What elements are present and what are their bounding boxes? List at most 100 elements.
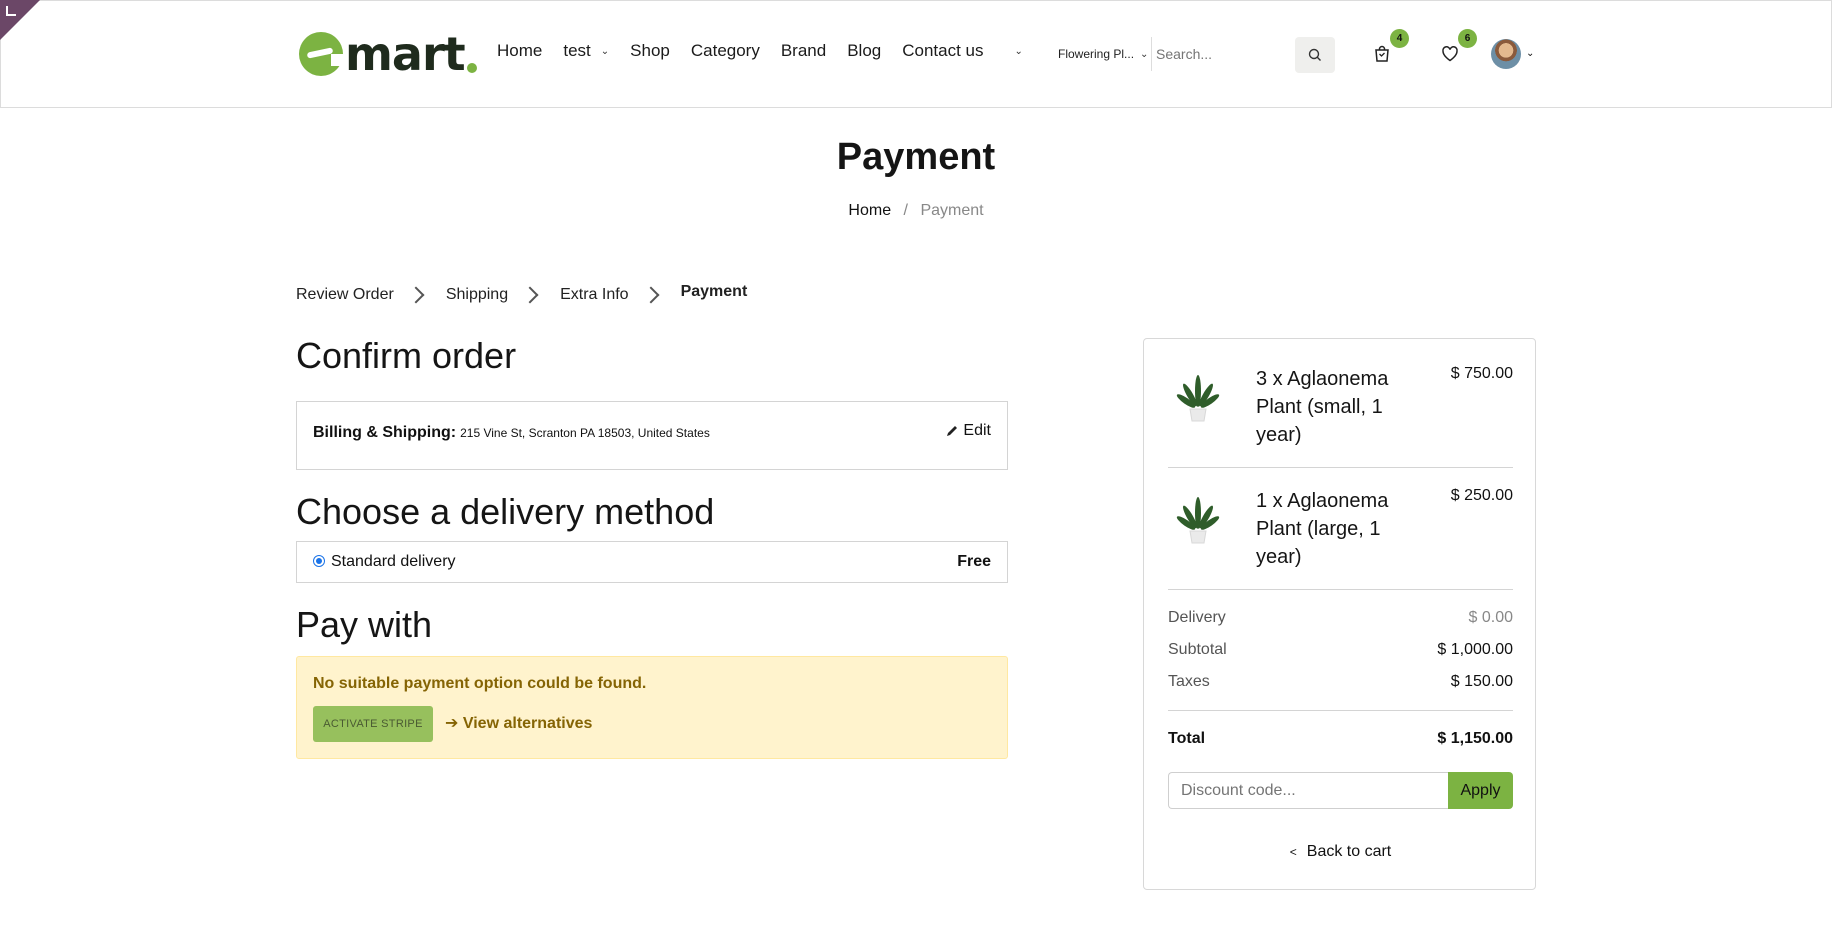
activate-stripe-button[interactable]: ACTIVATE STRIPE bbox=[313, 706, 433, 742]
cart-line-item: 1 x Aglaonema Plant (large, 1 year) $ 25… bbox=[1168, 487, 1513, 577]
pencil-icon bbox=[947, 426, 958, 436]
nav-contact[interactable]: Contact us bbox=[902, 41, 983, 61]
nav-brand[interactable]: Brand bbox=[781, 41, 826, 61]
subtotal-row: Subtotal $ 1,000.00 bbox=[1168, 641, 1513, 659]
payment-warning-text: No suitable payment option could be foun… bbox=[313, 675, 647, 692]
chevron-down-icon[interactable]: ⌄ bbox=[1526, 48, 1534, 59]
logo-dot bbox=[466, 63, 477, 73]
category-select[interactable]: Flowering Pl... ⌄ bbox=[1058, 47, 1148, 61]
wishlist-count-badge: 6 bbox=[1458, 29, 1477, 48]
order-summary-card: 3 x Aglaonema Plant (small, 1 year) $ 75… bbox=[1143, 338, 1536, 890]
chevron-down-icon: ⌄ bbox=[1140, 48, 1149, 60]
total-row: Total $ 1,150.00 bbox=[1168, 730, 1513, 748]
taxes-label: Taxes bbox=[1168, 673, 1210, 690]
billing-label-text: Billing & Shipping: bbox=[313, 424, 457, 441]
nav-home[interactable]: Home bbox=[497, 41, 542, 61]
delivery-label: Delivery bbox=[1168, 609, 1226, 626]
taxes-row: Taxes $ 150.00 bbox=[1168, 673, 1513, 691]
plant-thumbnail bbox=[1176, 375, 1220, 422]
step-extra-info[interactable]: Extra Info bbox=[560, 286, 628, 304]
item-name: 1 x Aglaonema Plant (large, 1 year) bbox=[1256, 490, 1389, 568]
emart-logo[interactable]: mart bbox=[299, 27, 477, 81]
delivery-option[interactable]: Standard delivery Free bbox=[296, 541, 1008, 583]
logo-e-mark bbox=[299, 32, 345, 76]
delivery-method-price: Free bbox=[957, 553, 991, 570]
logo-text: mart bbox=[345, 27, 466, 81]
cart-icon bbox=[1375, 45, 1389, 62]
total-label: Total bbox=[1168, 730, 1206, 747]
nav-category-label: Category bbox=[690, 41, 760, 60]
chevron-right-icon bbox=[521, 286, 539, 304]
pay-with-heading: Pay with bbox=[296, 604, 433, 645]
chevron-right-icon bbox=[407, 286, 425, 304]
user-avatar[interactable] bbox=[1491, 39, 1521, 69]
nav-category[interactable]: Category bbox=[691, 41, 760, 61]
delivery-radio[interactable] bbox=[313, 555, 325, 567]
billing-address: 215 Vine St, Scranton PA 18503, United S… bbox=[460, 426, 710, 440]
breadcrumb-home[interactable]: Home bbox=[848, 202, 891, 219]
edit-address-link[interactable]: Edit bbox=[945, 422, 991, 440]
nav-shop-label: Shop bbox=[630, 41, 670, 60]
step-shipping[interactable]: Shipping bbox=[446, 286, 508, 304]
search-icon bbox=[1308, 48, 1321, 61]
delivery-value: $ 0.00 bbox=[1468, 609, 1513, 626]
subtotal-label: Subtotal bbox=[1168, 641, 1227, 658]
confirm-order-heading: Confirm order bbox=[296, 335, 517, 376]
nav-test-label: test bbox=[563, 41, 591, 60]
nav-blog[interactable]: Blog bbox=[847, 41, 881, 61]
cart-count-badge: 4 bbox=[1390, 29, 1409, 48]
edit-label: Edit bbox=[963, 422, 991, 439]
edit-corner-icon bbox=[6, 6, 16, 16]
item-price: $ 750.00 bbox=[1450, 365, 1513, 382]
main-nav: Home test ⌄ Shop Category Brand Blog Cont… bbox=[497, 41, 1044, 61]
breadcrumb-current: Payment bbox=[920, 202, 984, 219]
item-name: 3 x Aglaonema Plant (small, 1 year) bbox=[1256, 368, 1389, 446]
step-review-order[interactable]: Review Order bbox=[296, 286, 394, 304]
heart-icon bbox=[1442, 46, 1458, 62]
back-to-cart-label: Back to cart bbox=[1306, 843, 1392, 860]
chevron-down-icon: ⌄ bbox=[600, 45, 610, 57]
delivery-row: Delivery $ 0.00 bbox=[1168, 609, 1513, 627]
wishlist-button[interactable]: 6 bbox=[1437, 29, 1477, 67]
discount-form: Apply bbox=[1168, 772, 1513, 809]
search-button[interactable] bbox=[1295, 37, 1335, 73]
cart-button[interactable]: 4 bbox=[1369, 29, 1409, 67]
item-price: $ 250.00 bbox=[1450, 487, 1513, 504]
breadcrumb-separator: / bbox=[903, 202, 908, 219]
plant-thumbnail bbox=[1176, 497, 1220, 544]
total-value: $ 1,150.00 bbox=[1437, 730, 1513, 747]
search-input[interactable] bbox=[1156, 39, 1286, 69]
delivery-method-heading: Choose a delivery method bbox=[296, 491, 715, 532]
nav-home-label: Home bbox=[497, 41, 543, 60]
page-title: Payment bbox=[836, 136, 996, 178]
delivery-method-name: Standard delivery bbox=[331, 553, 456, 570]
view-alternatives-link[interactable]: ➔ View alternatives bbox=[445, 713, 592, 733]
billing-label: Billing & Shipping: 215 Vine St, Scranton… bbox=[313, 424, 710, 442]
site-header: mart Home test ⌄ Shop Category Brand Blog… bbox=[0, 0, 1832, 108]
chevron-right-icon bbox=[642, 286, 660, 304]
chevron-left-icon: < bbox=[1289, 845, 1297, 859]
nav-shop[interactable]: Shop bbox=[630, 41, 670, 61]
nav-test-dropdown[interactable]: test ⌄ bbox=[563, 41, 609, 61]
subtotal-value: $ 1,000.00 bbox=[1437, 641, 1513, 658]
category-select-value: Flowering Pl... bbox=[1058, 47, 1135, 61]
discount-code-input[interactable] bbox=[1168, 772, 1448, 809]
nav-blog-label: Blog bbox=[847, 41, 882, 60]
step-payment: Payment bbox=[680, 283, 748, 300]
apply-discount-button[interactable]: Apply bbox=[1448, 772, 1513, 809]
nav-contact-label: Contact us bbox=[902, 41, 984, 60]
checkout-steps: Review Order Shipping Extra Info Payment bbox=[296, 283, 748, 304]
divider bbox=[1168, 467, 1513, 468]
payment-warning-alert: No suitable payment option could be foun… bbox=[296, 656, 1008, 759]
chevron-down-icon: ⌄ bbox=[1014, 45, 1023, 57]
nav-more-dropdown[interactable]: ⌄ bbox=[1005, 46, 1023, 57]
back-to-cart-link[interactable]: < Back to cart bbox=[1144, 843, 1537, 861]
search-divider bbox=[1151, 37, 1152, 71]
billing-shipping-box: Billing & Shipping: 215 Vine St, Scranton… bbox=[296, 401, 1008, 470]
taxes-value: $ 150.00 bbox=[1450, 673, 1513, 690]
divider bbox=[1168, 710, 1513, 711]
divider bbox=[1168, 589, 1513, 590]
cart-line-item: 3 x Aglaonema Plant (small, 1 year) $ 75… bbox=[1168, 365, 1513, 455]
breadcrumb: Home / Payment bbox=[0, 202, 1832, 220]
nav-brand-label: Brand bbox=[780, 41, 827, 60]
